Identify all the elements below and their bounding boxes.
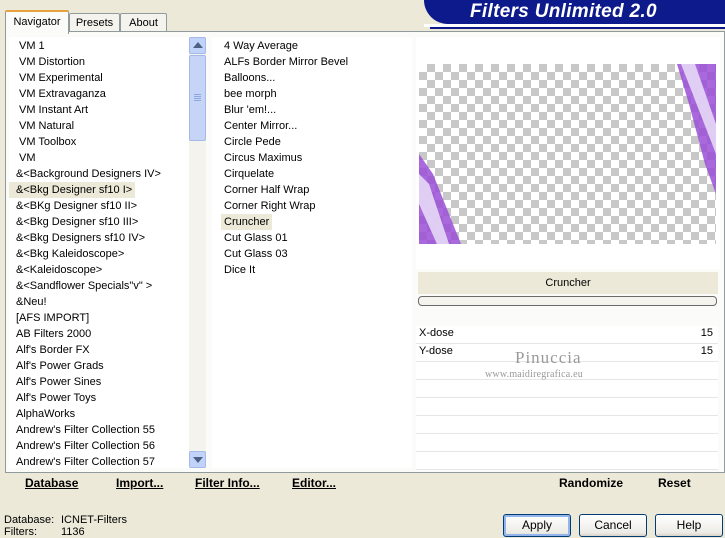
preview-image — [419, 64, 716, 244]
watermark-url: www.maidiregrafica.eu — [485, 369, 583, 380]
category-item[interactable]: &<Background Designers IV> — [9, 166, 189, 182]
param-row-empty — [416, 434, 718, 452]
category-item[interactable]: VM Experimental — [9, 70, 189, 86]
category-item[interactable]: AB Filters 2000 — [9, 326, 189, 342]
app-title: Filters Unlimited 2.0 — [470, 1, 657, 22]
filter-item[interactable]: bee morph — [212, 86, 412, 102]
category-item[interactable]: VM Natural — [9, 118, 189, 134]
header-stripe-lower — [430, 27, 725, 29]
database-status: Database: ICNET-Filters — [4, 514, 127, 526]
param-row-x-dose[interactable]: X-dose 15 — [416, 326, 718, 344]
progress-bar — [418, 296, 717, 306]
category-item[interactable]: &Neu! — [9, 294, 189, 310]
editor-label: Editor... — [292, 476, 337, 490]
editor-button[interactable]: Editor... — [292, 476, 336, 490]
category-item[interactable]: &<BKg Designer sf10 II> — [9, 198, 189, 214]
watermark-name: Pinuccia — [515, 348, 582, 367]
category-item[interactable]: Alf's Power Sines — [9, 374, 189, 390]
category-item[interactable]: Andrew's Filter Collection 57 — [9, 454, 189, 468]
filters-count-label: Filters: — [4, 526, 37, 538]
grip-line — [194, 98, 201, 99]
filter-item[interactable]: Blur 'em!... — [212, 102, 412, 118]
filter-item[interactable]: Cut Glass 03 — [212, 246, 412, 262]
filters-count-status: Filters: 1136 — [4, 526, 85, 538]
category-item[interactable]: VM Toolbox — [9, 134, 189, 150]
param-row-empty — [416, 452, 718, 470]
param-row-empty — [416, 380, 718, 398]
param-label: Y-dose — [419, 345, 453, 357]
category-item[interactable]: [AFS IMPORT] — [9, 310, 189, 326]
filter-item[interactable]: Balloons... — [212, 70, 412, 86]
database-label: Database — [25, 476, 79, 490]
tab-presets[interactable]: Presets — [69, 13, 120, 32]
category-item[interactable]: VM Distortion — [9, 54, 189, 70]
filter-item[interactable]: Corner Right Wrap — [212, 198, 412, 214]
category-item[interactable]: VM — [9, 150, 189, 166]
param-row-empty — [416, 416, 718, 434]
filter-item[interactable]: 4 Way Average — [212, 38, 412, 54]
database-button[interactable]: Database — [25, 476, 78, 490]
category-item[interactable]: VM 1 — [9, 38, 189, 54]
category-item[interactable]: &<Sandflower Specials"v" > — [9, 278, 189, 294]
category-item[interactable]: VM Instant Art — [9, 102, 189, 118]
filter-item[interactable]: Cirquelate — [212, 166, 412, 182]
filter-item[interactable]: Corner Half Wrap — [212, 182, 412, 198]
tab-about[interactable]: About — [120, 13, 167, 32]
param-row-empty — [416, 398, 718, 416]
category-item[interactable]: &<Bkg Designer sf10 I> — [9, 182, 136, 198]
preview-overlay — [419, 64, 716, 244]
category-item[interactable]: Alf's Power Grads — [9, 358, 189, 374]
help-button[interactable]: Help — [655, 514, 723, 537]
cancel-button[interactable]: Cancel — [579, 514, 647, 537]
filters-count-value: 1136 — [61, 526, 85, 538]
filter-item[interactable]: Circle Pede — [212, 134, 412, 150]
param-label: X-dose — [419, 327, 454, 339]
category-item[interactable]: &<Bkg Designers sf10 IV> — [9, 230, 189, 246]
category-item[interactable]: VM Extravaganza — [9, 86, 189, 102]
scroll-up-button[interactable] — [189, 37, 206, 54]
category-item[interactable]: AlphaWorks — [9, 406, 189, 422]
chevron-down-icon — [193, 457, 203, 463]
category-item[interactable]: &<Bkg Kaleidoscope> — [9, 246, 189, 262]
filter-item[interactable]: Cruncher — [221, 214, 273, 230]
filter-info-label: Filter Info... — [195, 476, 260, 490]
reset-button[interactable]: Reset — [658, 476, 691, 490]
import-button[interactable]: Import... — [116, 476, 163, 490]
category-item[interactable]: Alf's Border FX — [9, 342, 189, 358]
category-item[interactable]: Andrew's Filter Collection 55 — [9, 422, 189, 438]
chevron-up-icon — [193, 42, 203, 48]
tab-navigator[interactable]: Navigator — [5, 10, 69, 34]
category-item[interactable]: Andrew's Filter Collection 56 — [9, 438, 189, 454]
category-item[interactable]: &<Kaleidoscope> — [9, 262, 189, 278]
randomize-button[interactable]: Randomize — [559, 476, 623, 490]
filter-item[interactable]: Dice It — [212, 262, 412, 278]
category-scrollbar[interactable] — [189, 37, 206, 468]
import-label: Import... — [116, 476, 164, 490]
current-filter-name: Cruncher — [418, 272, 718, 294]
grip-line — [194, 96, 201, 97]
filter-item[interactable]: Circus Maximus — [212, 150, 412, 166]
database-status-label: Database: — [4, 514, 55, 526]
filter-item[interactable]: Cut Glass 01 — [212, 230, 412, 246]
filter-item[interactable]: ALFs Border Mirror Bevel — [212, 54, 412, 70]
category-item[interactable]: &<Bkg Designer sf10 III> — [9, 214, 189, 230]
filter-item[interactable]: Center Mirror... — [212, 118, 412, 134]
scroll-thumb[interactable] — [189, 55, 206, 141]
grip-line — [194, 100, 201, 101]
category-list[interactable]: VM 1 VM Distortion VM Experimental VM Extra… — [9, 37, 189, 468]
category-item[interactable]: Alf's Power Toys — [9, 390, 189, 406]
scroll-down-button[interactable] — [189, 451, 206, 468]
database-status-value: ICNET-Filters — [61, 514, 127, 526]
apply-button[interactable]: Apply — [503, 514, 571, 537]
filter-info-button[interactable]: Filter Info... — [195, 476, 260, 490]
param-value[interactable]: 15 — [701, 345, 713, 357]
grip-line — [194, 94, 201, 95]
filter-list[interactable]: 4 Way Average ALFs Border Mirror Bevel Bal… — [212, 37, 412, 468]
param-value[interactable]: 15 — [701, 327, 713, 339]
